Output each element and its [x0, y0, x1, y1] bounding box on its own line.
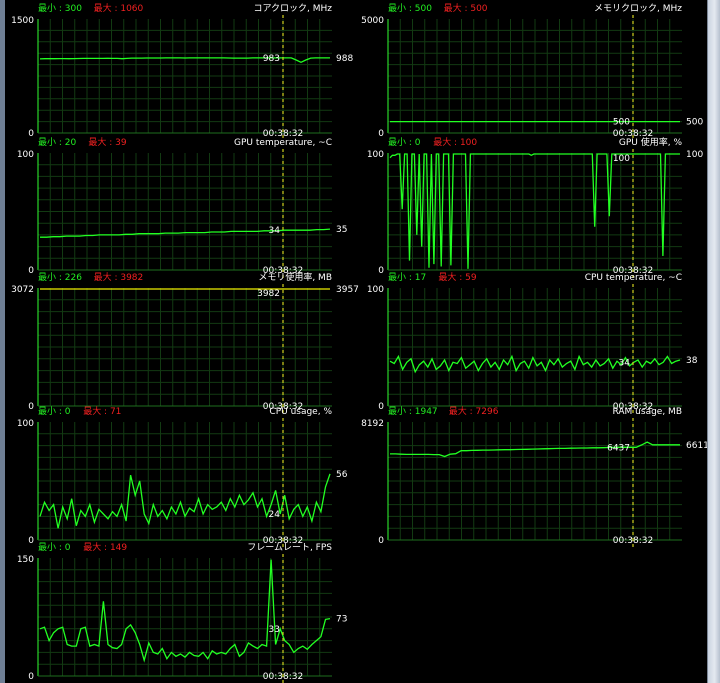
y-min-label: 0 [28, 129, 34, 139]
y-min-label: 0 [378, 129, 384, 139]
max-label: 最大 : 59 [438, 271, 476, 283]
y-max-label: 1500 [11, 16, 34, 26]
max-label: 最大 : 39 [88, 136, 126, 148]
graph-gpu-usage: 最小 : 0 最大 : 100 GPU 使用率, %100010010000:38:… [367, 136, 703, 278]
y-max-label: 100 [367, 285, 384, 295]
y-max-label: 100 [17, 150, 34, 160]
graph-title: メモリクロック, MHz [594, 3, 682, 14]
current-value: 100 [686, 150, 703, 160]
graph-title: CPU temperature, ~C [585, 273, 682, 283]
current-value: 56 [336, 470, 348, 480]
max-label: 最大 : 100 [433, 136, 477, 148]
min-label: 最小 : 1947 [388, 406, 438, 417]
cursor-value: 500 [613, 118, 630, 128]
graph-title: GPU 使用率, % [619, 136, 683, 148]
max-label: 最大 : 71 [83, 405, 121, 417]
cursor-value: 24 [269, 510, 281, 520]
vertical-scrollbar[interactable] [707, 0, 720, 683]
graph-title: RAM usage, MB [613, 407, 683, 417]
y-min-label: 0 [378, 536, 384, 546]
graph-title: CPU usage, % [269, 407, 332, 417]
cursor-value: 983 [263, 54, 280, 64]
graph-title: GPU temperature, ~C [234, 138, 332, 148]
min-label: 最小 : 226 [38, 272, 82, 283]
max-label: 最大 : 3982 [94, 271, 144, 283]
y-min-label: 0 [28, 402, 34, 412]
min-label: 最小 : 0 [38, 542, 71, 553]
max-label: 最大 : 500 [444, 2, 488, 14]
y-min-label: 0 [378, 402, 384, 412]
graph-ram-usage: 最小 : 1947 最大 : 7296 RAM usage, MB 8192 0 6611… [361, 405, 707, 548]
graph-cpu-usage: 最小 : 0 最大 : 71 CPU usage, %1000562400:38:3… [17, 405, 348, 548]
max-label: 最大 : 1060 [94, 2, 144, 14]
max-label: 最大 : 7296 [449, 405, 499, 417]
min-label: 最小 : 0 [38, 406, 71, 417]
monitoring-graphs: 最小 : 300 最大 : 1060 コアクロック, MHz150009889830… [11, 2, 707, 683]
graph-core-clock: 最小 : 300 最大 : 1060 コアクロック, MHz150009889830… [11, 2, 353, 141]
graph-mem-clock: 最小 : 500 最大 : 500 メモリクロック, MHz500005005000… [361, 2, 703, 141]
min-label: 最小 : 20 [38, 137, 76, 148]
y-min-label: 0 [28, 266, 34, 276]
y-min-label: 0 [28, 536, 34, 546]
min-label: 最小 : 500 [388, 3, 432, 14]
cursor-time: 00:38:32 [263, 672, 303, 682]
graph-title: フレームレート, FPS [247, 542, 332, 553]
graph-framerate: 最小 : 0 最大 : 149 フレームレート, FPS 150 0 73 33 00:38:… [17, 541, 347, 683]
current-value: 38 [686, 356, 698, 366]
cursor-value: 34 [619, 358, 631, 368]
current-value: 3957 [336, 285, 359, 295]
cursor-value: 34 [269, 226, 281, 236]
min-label: 最小 : 0 [388, 137, 421, 148]
y-max-label: 100 [367, 150, 384, 160]
cursor-time: 00:38:32 [613, 536, 653, 546]
cursor-value: 100 [613, 154, 630, 164]
graph-cpu-temp: 最小 : 17 最大 : 59 CPU temperature, ~C 100 0 38 3… [367, 271, 698, 414]
current-value: 988 [336, 54, 353, 64]
graph-title: メモリ使用率, MB [258, 271, 332, 283]
cursor-value: 6437 [607, 443, 630, 453]
y-max-label: 150 [17, 555, 34, 565]
current-value: 73 [336, 615, 347, 625]
y-max-label: 100 [17, 419, 34, 429]
min-label: 最小 : 300 [38, 3, 82, 14]
graph-gpu-temp: 最小 : 20 最大 : 39 GPU temperature, ~C 100 0 35 3… [17, 136, 347, 278]
y-max-label: 5000 [361, 16, 384, 26]
min-label: 最小 : 17 [388, 272, 426, 283]
graph-title: コアクロック, MHz [253, 3, 332, 14]
current-value: 35 [336, 225, 347, 235]
y-min-label: 0 [28, 672, 34, 682]
current-value: 6611 [686, 441, 707, 451]
y-min-label: 0 [378, 266, 384, 276]
y-max-label: 3072 [11, 285, 34, 295]
max-label: 最大 : 149 [83, 541, 127, 553]
graph-mem-usage: 最小 : 226 最大 : 3982 メモリ使用率, MB 3072 0 3957 3982… [11, 271, 359, 414]
cursor-value: 33 [269, 625, 280, 635]
y-max-label: 8192 [361, 419, 384, 429]
cursor-value: 3982 [257, 289, 280, 299]
current-value: 500 [686, 118, 703, 128]
